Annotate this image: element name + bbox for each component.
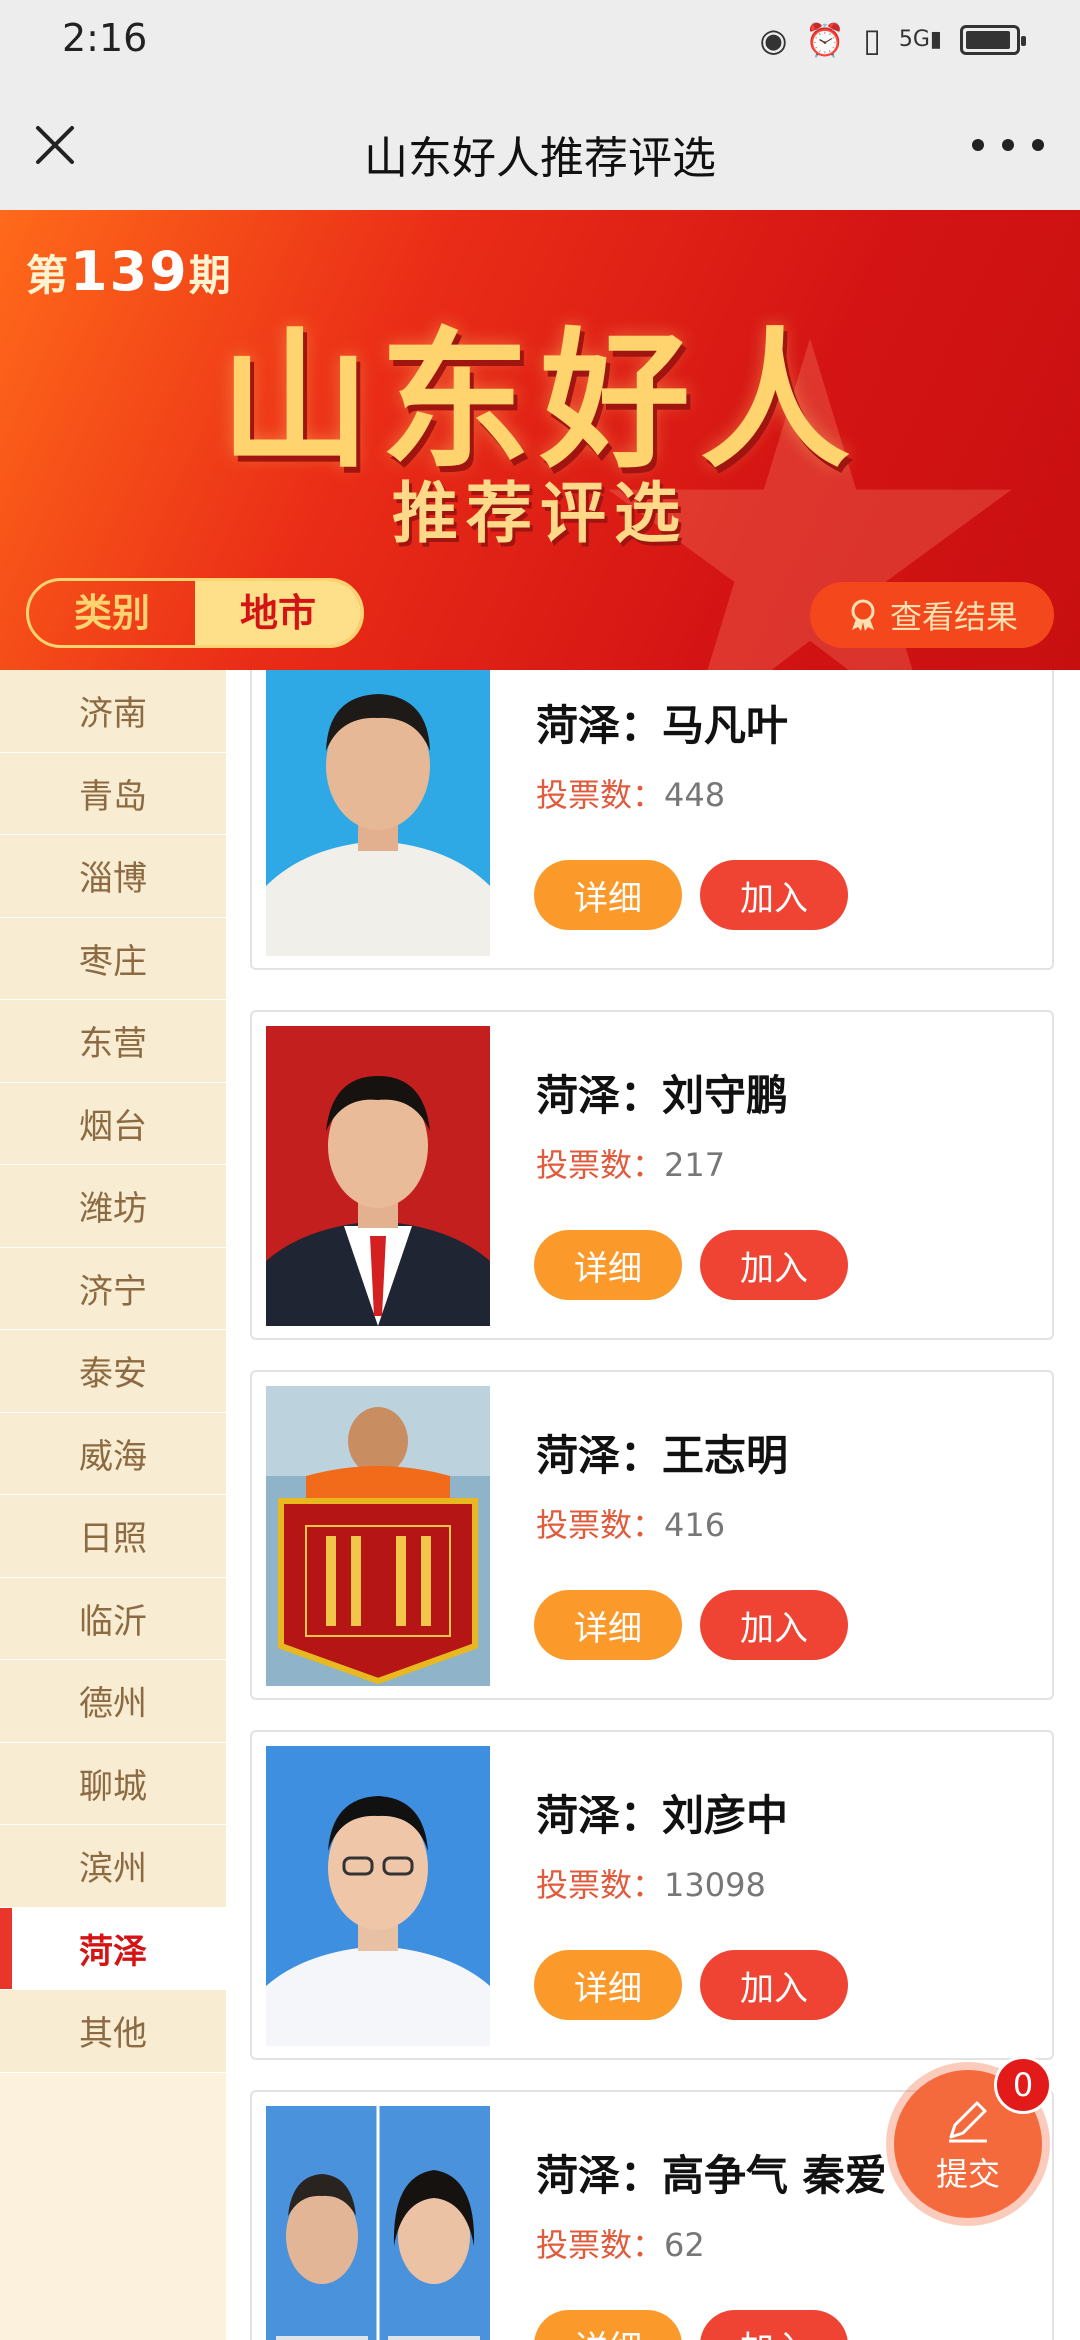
view-results-button[interactable]: 查看结果 bbox=[810, 582, 1054, 648]
vote-count: 投票数：62 bbox=[536, 2226, 705, 2264]
tab-category[interactable]: 类别 bbox=[29, 581, 195, 645]
tab-city[interactable]: 地市 bbox=[195, 581, 361, 645]
sidebar-item-weifang[interactable]: 潍坊 bbox=[0, 1165, 226, 1248]
candidate-photo bbox=[266, 670, 490, 956]
detail-button[interactable]: 详细 bbox=[534, 1590, 682, 1660]
alarm-icon: ⏰ bbox=[805, 21, 846, 59]
sidebar-item-rizhao[interactable]: 日照 bbox=[0, 1495, 226, 1578]
candidate-photo bbox=[266, 1746, 490, 2046]
vote-count: 投票数：416 bbox=[536, 1506, 726, 1544]
view-results-label: 查看结果 bbox=[889, 598, 1018, 636]
candidate-card: 菏泽：刘彦中 投票数：13098 详细 加入 bbox=[250, 1730, 1054, 2060]
candidate-photo bbox=[266, 2106, 490, 2340]
join-button[interactable]: 加入 bbox=[700, 1950, 848, 2020]
city-sidebar: 济南 青岛 淄博 枣庄 东营 烟台 潍坊 济宁 泰安 威海 日照 临沂 德州 聊… bbox=[0, 670, 226, 2340]
vote-count: 投票数：448 bbox=[536, 776, 726, 814]
sidebar-item-yantai[interactable]: 烟台 bbox=[0, 1082, 226, 1165]
status-icons: ◉ ⏰ ▯ 5G▮ bbox=[759, 20, 1026, 60]
status-bar: 2:16 ◉ ⏰ ▯ 5G▮ bbox=[0, 0, 1080, 82]
vibrate-icon: ▯ bbox=[863, 21, 881, 59]
submit-count-badge: 0 bbox=[994, 2056, 1052, 2114]
sidebar-item-other[interactable]: 其他 bbox=[0, 1990, 226, 2073]
sidebar-item-qingdao[interactable]: 青岛 bbox=[0, 752, 226, 835]
sidebar-item-zibo[interactable]: 淄博 bbox=[0, 835, 226, 918]
sidebar-item-binzhou[interactable]: 滨州 bbox=[0, 1825, 226, 1908]
vote-count: 投票数：13098 bbox=[536, 1866, 766, 1904]
candidate-name: 菏泽：王志明 bbox=[536, 1431, 789, 1480]
sidebar-item-zaozhuang[interactable]: 枣庄 bbox=[0, 917, 226, 1000]
sidebar-item-linyi[interactable]: 临沂 bbox=[0, 1577, 226, 1660]
candidate-name: 菏泽：刘守鹏 bbox=[536, 1071, 789, 1120]
candidate-photo bbox=[266, 1026, 490, 1326]
candidate-name: 菏泽：马凡叶 bbox=[536, 701, 789, 750]
sidebar-item-weihai[interactable]: 威海 bbox=[0, 1412, 226, 1495]
candidate-card: 菏泽：马凡叶 投票数：448 详细 加入 bbox=[250, 670, 1054, 970]
candidate-photo bbox=[266, 1386, 490, 1686]
vote-count: 投票数：217 bbox=[536, 1146, 726, 1184]
5g-signal-icon: 5G▮ bbox=[898, 27, 942, 52]
banner-subtitle: 推荐评选 bbox=[392, 475, 688, 552]
candidate-name: 菏泽：刘彦中 bbox=[536, 1791, 789, 1840]
page-title: 山东好人推荐评选 bbox=[364, 133, 716, 184]
submit-label: 提交 bbox=[935, 2155, 1000, 2193]
title-bar: 山东好人推荐评选 bbox=[0, 82, 1080, 210]
eye-icon: ◉ bbox=[759, 21, 788, 59]
more-options-icon[interactable] bbox=[972, 122, 1044, 168]
sidebar-item-dongying[interactable]: 东营 bbox=[0, 1000, 226, 1083]
battery-icon bbox=[960, 25, 1026, 55]
banner: 第139期 山东好人 推荐评选 类别 地市 查看结果 bbox=[0, 210, 1080, 670]
candidate-card: 菏泽：王志明 投票数：416 详细 加入 bbox=[250, 1370, 1054, 1700]
sidebar-item-taian[interactable]: 泰安 bbox=[0, 1330, 226, 1413]
detail-button[interactable]: 详细 bbox=[534, 860, 682, 930]
pen-icon bbox=[949, 2101, 987, 2143]
join-button[interactable]: 加入 bbox=[700, 1590, 848, 1660]
sidebar-item-jining[interactable]: 济宁 bbox=[0, 1247, 226, 1330]
sidebar-item-jinan[interactable]: 济南 bbox=[0, 670, 226, 753]
detail-button[interactable]: 详细 bbox=[534, 1230, 682, 1300]
candidate-card: 菏泽：刘守鹏 投票数：217 详细 加入 bbox=[250, 1010, 1054, 1340]
medal-icon bbox=[851, 599, 875, 631]
join-button[interactable]: 加入 bbox=[700, 860, 848, 930]
join-button[interactable]: 加入 bbox=[700, 1230, 848, 1300]
detail-button[interactable]: 详细 bbox=[534, 1950, 682, 2020]
candidate-name: 菏泽：高争气 秦爱 bbox=[536, 2151, 887, 2200]
view-toggle: 类别 地市 bbox=[26, 578, 364, 648]
sidebar-item-heze[interactable]: 菏泽 bbox=[0, 1907, 226, 1990]
join-button[interactable]: 加入 bbox=[700, 2310, 848, 2340]
sidebar-item-dezhou[interactable]: 德州 bbox=[0, 1660, 226, 1743]
sidebar-item-liaocheng[interactable]: 聊城 bbox=[0, 1742, 226, 1825]
status-time: 2:16 bbox=[62, 16, 148, 60]
detail-button[interactable]: 详细 bbox=[534, 2310, 682, 2340]
